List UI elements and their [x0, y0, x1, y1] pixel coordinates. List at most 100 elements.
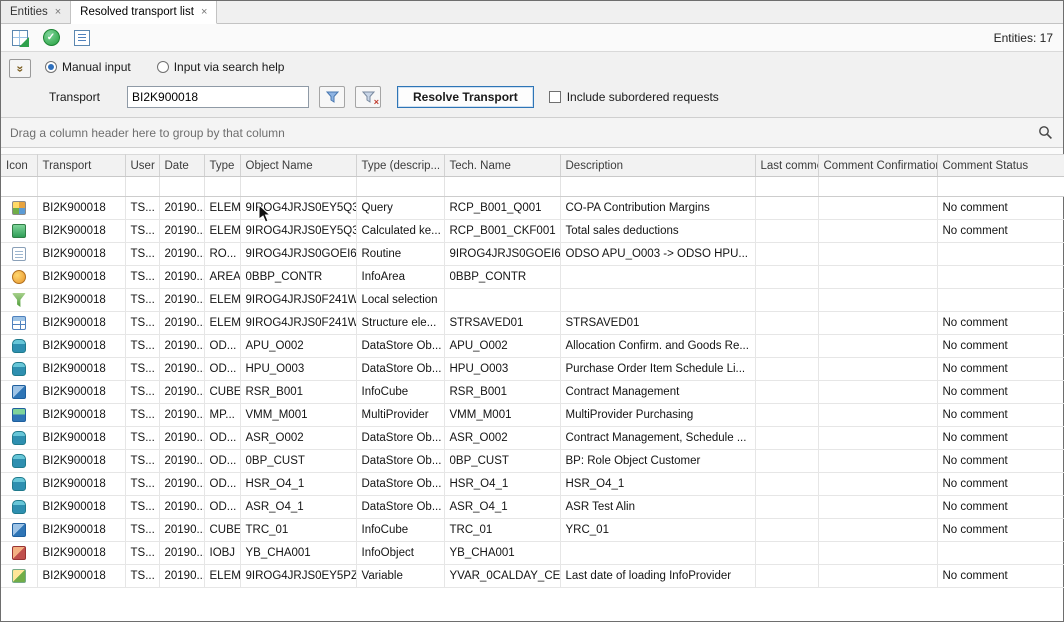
cell-last_comment[interactable] — [755, 450, 818, 473]
cell-type[interactable]: ELEM — [204, 289, 240, 312]
cell-date[interactable]: 20190... — [159, 243, 204, 266]
table-row[interactable]: BI2K900018TS...20190...MP...VMM_M001Mult… — [1, 404, 1064, 427]
cell-type_desc[interactable]: Local selection — [356, 289, 444, 312]
table-row[interactable]: BI2K900018TS...20190...OD...HPU_O003Data… — [1, 358, 1064, 381]
cell-description[interactable]: CO-PA Contribution Margins — [560, 197, 755, 220]
cell-transport[interactable]: BI2K900018 — [37, 312, 125, 335]
cell-type[interactable]: CUBE — [204, 381, 240, 404]
filter-cell[interactable] — [755, 177, 818, 197]
cell-comment_confirmation[interactable] — [818, 358, 937, 381]
cell-user[interactable]: TS... — [125, 450, 159, 473]
icon-cell[interactable] — [1, 519, 37, 542]
filter-cell[interactable] — [204, 177, 240, 197]
cell-object_name[interactable]: RSR_B001 — [240, 381, 356, 404]
cell-tech_name[interactable]: HPU_O003 — [444, 358, 560, 381]
cell-tech_name[interactable] — [444, 289, 560, 312]
cell-description[interactable]: Total sales deductions — [560, 220, 755, 243]
icon-cell[interactable] — [1, 565, 37, 588]
cell-object_name[interactable]: ASR_O002 — [240, 427, 356, 450]
cell-date[interactable]: 20190... — [159, 381, 204, 404]
table-row[interactable]: BI2K900018TS...20190...ELEM9IROG4JRJS0EY… — [1, 197, 1064, 220]
cell-tech_name[interactable]: RCP_B001_Q001 — [444, 197, 560, 220]
edit-filter-button[interactable] — [319, 86, 345, 108]
cell-date[interactable]: 20190... — [159, 335, 204, 358]
cell-transport[interactable]: BI2K900018 — [37, 243, 125, 266]
tab-resolved-transport-list[interactable]: Resolved transport list × — [71, 1, 217, 24]
cell-type_desc[interactable]: Calculated ke... — [356, 220, 444, 243]
cell-comment_status[interactable]: No comment — [937, 335, 1064, 358]
cell-date[interactable]: 20190... — [159, 565, 204, 588]
cell-user[interactable]: TS... — [125, 335, 159, 358]
icon-cell[interactable] — [1, 312, 37, 335]
cell-description[interactable] — [560, 542, 755, 565]
cell-type_desc[interactable]: InfoArea — [356, 266, 444, 289]
cell-comment_confirmation[interactable] — [818, 450, 937, 473]
cell-comment_status[interactable]: No comment — [937, 381, 1064, 404]
icon-cell[interactable] — [1, 220, 37, 243]
cell-transport[interactable]: BI2K900018 — [37, 266, 125, 289]
confirm-button[interactable]: ✓ — [40, 27, 62, 49]
cell-transport[interactable]: BI2K900018 — [37, 565, 125, 588]
filter-cell[interactable] — [37, 177, 125, 197]
cell-last_comment[interactable] — [755, 220, 818, 243]
column-header[interactable]: Description — [560, 155, 755, 177]
cell-description[interactable]: YRC_01 — [560, 519, 755, 542]
cell-transport[interactable]: BI2K900018 — [37, 220, 125, 243]
clear-filter-button[interactable]: × — [355, 86, 381, 108]
cell-object_name[interactable]: ASR_O4_1 — [240, 496, 356, 519]
cell-tech_name[interactable]: STRSAVED01 — [444, 312, 560, 335]
cell-type[interactable]: OD... — [204, 473, 240, 496]
cell-comment_status[interactable]: No comment — [937, 220, 1064, 243]
icon-cell[interactable] — [1, 381, 37, 404]
filter-cell[interactable] — [560, 177, 755, 197]
table-row[interactable]: BI2K900018TS...20190...CUBETRC_01InfoCub… — [1, 519, 1064, 542]
table-row[interactable]: BI2K900018TS...20190...ELEM9IROG4JRJS0EY… — [1, 565, 1064, 588]
cell-user[interactable]: TS... — [125, 427, 159, 450]
cell-type[interactable]: ELEM — [204, 565, 240, 588]
cell-user[interactable]: TS... — [125, 542, 159, 565]
cell-comment_confirmation[interactable] — [818, 220, 937, 243]
cell-date[interactable]: 20190... — [159, 358, 204, 381]
cell-user[interactable]: TS... — [125, 312, 159, 335]
cell-last_comment[interactable] — [755, 289, 818, 312]
cell-transport[interactable]: BI2K900018 — [37, 404, 125, 427]
cell-comment_confirmation[interactable] — [818, 243, 937, 266]
cell-type_desc[interactable]: DataStore Ob... — [356, 427, 444, 450]
cell-type[interactable]: OD... — [204, 335, 240, 358]
cell-comment_confirmation[interactable] — [818, 473, 937, 496]
cell-description[interactable] — [560, 289, 755, 312]
cell-type[interactable]: OD... — [204, 496, 240, 519]
cell-transport[interactable]: BI2K900018 — [37, 450, 125, 473]
table-row[interactable]: BI2K900018TS...20190...OD...ASR_O002Data… — [1, 427, 1064, 450]
cell-type[interactable]: OD... — [204, 450, 240, 473]
cell-transport[interactable]: BI2K900018 — [37, 427, 125, 450]
column-header[interactable]: Icon — [1, 155, 37, 177]
icon-cell[interactable] — [1, 427, 37, 450]
cell-comment_status[interactable] — [937, 243, 1064, 266]
cell-tech_name[interactable]: TRC_01 — [444, 519, 560, 542]
table-row[interactable]: BI2K900018TS...20190...OD...ASR_O4_1Data… — [1, 496, 1064, 519]
cell-comment_status[interactable]: No comment — [937, 404, 1064, 427]
cell-object_name[interactable]: 0BP_CUST — [240, 450, 356, 473]
cell-type_desc[interactable]: DataStore Ob... — [356, 358, 444, 381]
cell-last_comment[interactable] — [755, 542, 818, 565]
cell-comment_status[interactable]: No comment — [937, 473, 1064, 496]
cell-description[interactable]: MultiProvider Purchasing — [560, 404, 755, 427]
column-header[interactable]: User — [125, 155, 159, 177]
icon-cell[interactable] — [1, 542, 37, 565]
table-row[interactable]: BI2K900018TS...20190...CUBERSR_B001InfoC… — [1, 381, 1064, 404]
column-header[interactable]: Transport — [37, 155, 125, 177]
cell-tech_name[interactable]: RSR_B001 — [444, 381, 560, 404]
cell-type[interactable]: RO... — [204, 243, 240, 266]
cell-user[interactable]: TS... — [125, 496, 159, 519]
cell-tech_name[interactable]: RCP_B001_CKF001 — [444, 220, 560, 243]
cell-object_name[interactable]: TRC_01 — [240, 519, 356, 542]
cell-last_comment[interactable] — [755, 358, 818, 381]
export-excel-button[interactable] — [9, 27, 31, 49]
cell-type_desc[interactable]: DataStore Ob... — [356, 450, 444, 473]
cell-tech_name[interactable]: 9IROG4JRJS0GOEI6... — [444, 243, 560, 266]
cell-type_desc[interactable]: InfoCube — [356, 519, 444, 542]
cell-comment_status[interactable]: No comment — [937, 197, 1064, 220]
cell-description[interactable]: ODSO APU_O003 -> ODSO HPU... — [560, 243, 755, 266]
cell-comment_status[interactable]: No comment — [937, 358, 1064, 381]
